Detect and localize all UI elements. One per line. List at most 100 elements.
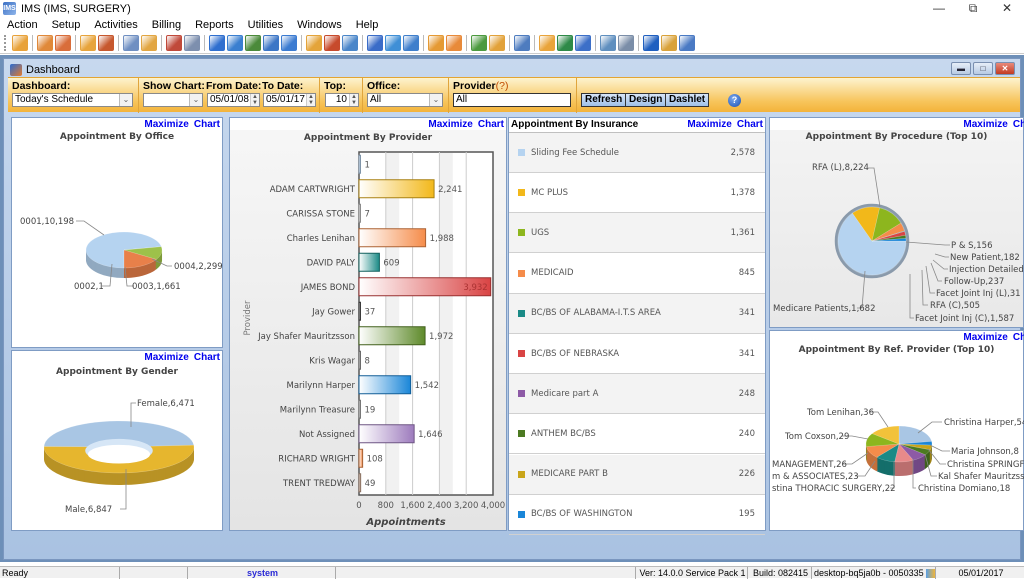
- bar-kris-wagar[interactable]: [358, 350, 361, 370]
- bar-jay-shafer-mauritzsson[interactable]: [358, 326, 426, 346]
- provider-check-icon[interactable]: [55, 34, 71, 51]
- insurance-row[interactable]: UGS 1,361: [509, 213, 765, 254]
- lab-flask-icon[interactable]: [141, 34, 157, 51]
- bar-adam-cartwright[interactable]: [358, 179, 435, 199]
- bar-marilynn-treasure[interactable]: [358, 399, 361, 419]
- chart-icon[interactable]: [471, 34, 487, 51]
- clipboard-icon[interactable]: [446, 34, 462, 51]
- transfer-icon[interactable]: [557, 34, 573, 51]
- billing-folder-icon[interactable]: [227, 34, 243, 51]
- maximize-link[interactable]: Maximize: [687, 119, 731, 130]
- dashboard-maximize-button[interactable]: □: [973, 62, 993, 75]
- menu-activities[interactable]: Activities: [87, 19, 144, 31]
- provider-icon[interactable]: [37, 34, 53, 51]
- chevron-down-icon[interactable]: ⌄: [429, 94, 442, 106]
- billing-icon[interactable]: [209, 34, 225, 51]
- help-icon[interactable]: ?: [728, 94, 741, 107]
- scheduler-icon[interactable]: [324, 34, 340, 51]
- pie-slice-christina-harper[interactable]: [898, 425, 932, 445]
- bar-marilynn-harper[interactable]: [358, 375, 412, 395]
- show-chart-select[interactable]: ⌄: [143, 93, 203, 107]
- billing-users-icon[interactable]: [245, 34, 261, 51]
- design-button[interactable]: Design: [625, 93, 667, 107]
- folder-icon[interactable]: [80, 34, 96, 51]
- dashboard-icon: [10, 63, 22, 76]
- insurance-name: UGS: [531, 227, 550, 238]
- dashboard-close-button[interactable]: ✕: [995, 62, 1015, 75]
- dashboard-select[interactable]: Today's Schedule ⌄: [12, 93, 133, 107]
- exit-icon[interactable]: [679, 34, 695, 51]
- insurance-row[interactable]: Sliding Fee Schedule 2,578: [509, 133, 765, 173]
- insurance-row[interactable]: BC/BS OF NEBRASKA 341: [509, 334, 765, 374]
- insurance-row[interactable]: ANTHEM BC/BS 240: [509, 414, 765, 455]
- from-date-field[interactable]: 05/01/08 ▲ ▼: [207, 93, 260, 107]
- office-select[interactable]: All ⌄: [367, 93, 443, 107]
- window-icon[interactable]: [600, 34, 616, 51]
- dashboard-minimize-button[interactable]: ▬: [951, 62, 971, 75]
- calendar-clock-icon[interactable]: [428, 34, 444, 51]
- insurance-row[interactable]: Medicare part A 248: [509, 374, 765, 415]
- restore-button[interactable]: ⧉: [956, 0, 990, 17]
- bar-jay-gower[interactable]: [358, 301, 361, 321]
- insurance-row[interactable]: BC/BS OF WASHINGTON 195: [509, 495, 765, 535]
- insurance-row[interactable]: MEDICARE PART B 226: [509, 454, 765, 495]
- insurance-row[interactable]: MC PLUS 1,378: [509, 173, 765, 214]
- lock-icon[interactable]: [661, 34, 677, 51]
- claims-icon[interactable]: [281, 34, 297, 51]
- chart-link[interactable]: Chart: [737, 119, 763, 130]
- chevron-down-icon[interactable]: ⌄: [119, 94, 132, 106]
- insurance-count: 240: [738, 428, 755, 439]
- chevron-down-icon[interactable]: ⌄: [189, 94, 202, 106]
- spinner-icon[interactable]: ▲ ▼: [250, 94, 259, 106]
- bar-trent-tredway[interactable]: [358, 473, 362, 493]
- menu-reports[interactable]: Reports: [188, 19, 241, 31]
- insurance-name: ANTHEM BC/BS: [531, 428, 596, 439]
- menu-help[interactable]: Help: [349, 19, 386, 31]
- export-icon[interactable]: [403, 34, 419, 51]
- payment-icon[interactable]: [263, 34, 279, 51]
- bar-charles-lenihan[interactable]: [358, 228, 427, 248]
- menu-billing[interactable]: Billing: [145, 19, 188, 31]
- close-button[interactable]: ✕: [990, 0, 1024, 17]
- refresh-button[interactable]: Refresh: [581, 93, 627, 107]
- menu-windows[interactable]: Windows: [290, 19, 349, 31]
- bar-david-paly[interactable]: [358, 252, 380, 272]
- menu-utilities[interactable]: Utilities: [241, 19, 290, 31]
- dashlet-button[interactable]: Dashlet: [665, 93, 710, 107]
- bar-not-assigned[interactable]: [358, 424, 415, 444]
- reports-icon[interactable]: [514, 34, 530, 51]
- patient-icon[interactable]: [12, 34, 28, 51]
- provider-field[interactable]: All: [453, 93, 571, 107]
- insurance-row[interactable]: BC/BS OF ALABAMA-I.T.S AREA 341: [509, 293, 765, 334]
- document-icon[interactable]: [166, 34, 182, 51]
- refresh-icon[interactable]: [539, 34, 555, 51]
- spell-check-icon[interactable]: [575, 34, 591, 51]
- insurance-row[interactable]: MEDICAID 845: [509, 254, 765, 294]
- edit-record-icon[interactable]: [98, 34, 114, 51]
- bar-carissa-stone[interactable]: [358, 203, 361, 223]
- slice-label: Maria Johnson,8: [951, 447, 1019, 457]
- provider-help-hint[interactable]: (?): [496, 80, 509, 92]
- spinner-icon[interactable]: ▲ ▼: [306, 94, 315, 106]
- minimize-button[interactable]: —: [922, 0, 956, 17]
- prescription-icon[interactable]: [123, 34, 139, 51]
- help-icon[interactable]: [643, 34, 659, 51]
- contacts-icon[interactable]: [489, 34, 505, 51]
- import-icon[interactable]: [385, 34, 401, 51]
- calendar-icon[interactable]: [306, 34, 322, 51]
- menu-action[interactable]: Action: [0, 19, 45, 31]
- toolbar-separator: [118, 34, 119, 51]
- back-icon[interactable]: [367, 34, 383, 51]
- slice-label: RFA (C),505: [930, 301, 980, 311]
- report-icon[interactable]: [342, 34, 358, 51]
- top-field[interactable]: 10 ▲ ▼: [325, 93, 359, 107]
- insurance-name: BC/BS OF NEBRASKA: [531, 348, 620, 359]
- text-icon[interactable]: [618, 34, 634, 51]
- menu-setup[interactable]: Setup: [45, 19, 88, 31]
- toolbar-grip[interactable]: [4, 34, 7, 51]
- spinner-icon[interactable]: ▲ ▼: [349, 94, 358, 106]
- bar-unnamed[interactable]: [358, 154, 361, 174]
- notes-icon[interactable]: [184, 34, 200, 51]
- bar-richard-wright[interactable]: [358, 448, 364, 468]
- to-date-field[interactable]: 05/01/17 ▲ ▼: [263, 93, 316, 107]
